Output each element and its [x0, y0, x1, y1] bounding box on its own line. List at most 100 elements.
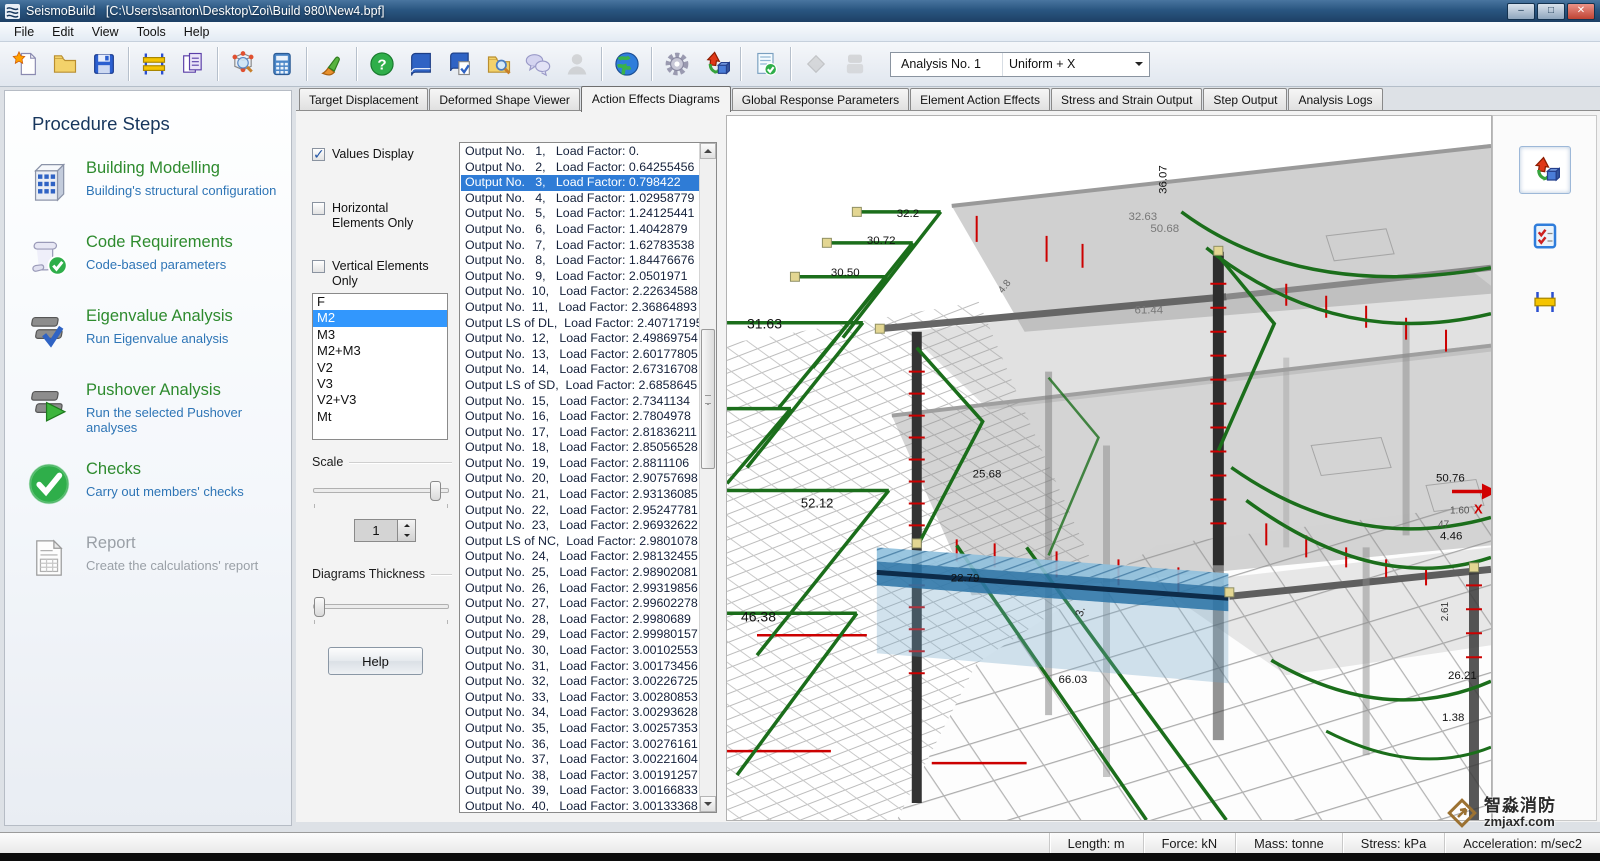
chevron-down-icon[interactable]	[1129, 53, 1149, 76]
tab-step-output[interactable]: Step Output	[1203, 88, 1287, 111]
checkbox-icon[interactable]	[312, 202, 325, 215]
menu-help[interactable]: Help	[175, 23, 219, 41]
toolbar-seismosoft-website-button[interactable]	[607, 45, 646, 83]
tab-stress-and-strain-output[interactable]: Stress and Strain Output	[1051, 88, 1202, 111]
output-row[interactable]: Output No. 26, Load Factor: 2.99319856	[461, 581, 699, 597]
diagram-type-option-v2[interactable]: V2	[313, 360, 447, 376]
sidebar-step-eigenvalue-analysis[interactable]: Eigenvalue AnalysisRun Eigenvalue analys…	[27, 307, 285, 356]
sidebar-step-code-requirements[interactable]: Code RequirementsCode-based parameters	[27, 233, 285, 282]
menu-file[interactable]: File	[5, 23, 43, 41]
output-row[interactable]: Output No. 18, Load Factor: 2.85056528	[461, 440, 699, 456]
slider-thumb[interactable]	[430, 481, 441, 501]
values-display-checkbox[interactable]: Values Display	[312, 147, 414, 162]
toolbar-report-preview-button[interactable]	[173, 45, 212, 83]
checks-view-button[interactable]	[1519, 212, 1571, 260]
menu-view[interactable]: View	[83, 23, 128, 41]
output-row[interactable]: Output No. 17, Load Factor: 2.81836211	[461, 425, 699, 441]
output-row[interactable]: Output No. 28, Load Factor: 2.9980689	[461, 612, 699, 628]
output-row[interactable]: Output No. 27, Load Factor: 2.99602278	[461, 596, 699, 612]
toolbar-example-files-button[interactable]	[479, 45, 518, 83]
output-row[interactable]: Output No. 22, Load Factor: 2.95247781	[461, 503, 699, 519]
analysis-selector[interactable]: Analysis No. 1 Uniform + X	[890, 52, 1150, 77]
toolbar-new-project-button[interactable]	[6, 45, 45, 83]
menu-edit[interactable]: Edit	[43, 23, 83, 41]
slider-track[interactable]	[313, 604, 449, 609]
checkbox-icon[interactable]	[312, 260, 325, 273]
minimize-button[interactable]: –	[1507, 3, 1535, 20]
toolbar-save-project-button[interactable]	[84, 45, 123, 83]
toolbar-verification-report-button[interactable]	[440, 45, 479, 83]
toolbar-3d-model-viewer-button[interactable]	[223, 45, 262, 83]
scroll-up-icon[interactable]	[700, 143, 716, 159]
output-row[interactable]: Output No. 10, Load Factor: 2.22634588	[461, 284, 699, 300]
diagram-type-option-m2[interactable]: M2	[313, 310, 447, 326]
tab-target-displacement[interactable]: Target Displacement	[299, 88, 428, 111]
toolbar-user-forum-button[interactable]	[518, 45, 557, 83]
output-row[interactable]: Output No. 2, Load Factor: 0.64255456	[461, 160, 699, 176]
sidebar-step-report[interactable]: ReportCreate the calculations' report	[27, 534, 285, 583]
checkbox-icon[interactable]	[312, 148, 325, 161]
output-row[interactable]: Output No. 7, Load Factor: 1.62783538	[461, 238, 699, 254]
member-section-view-button[interactable]	[1519, 278, 1571, 326]
output-row[interactable]: Output No. 38, Load Factor: 3.00191257	[461, 768, 699, 784]
output-row[interactable]: Output No. 39, Load Factor: 3.00166833	[461, 783, 699, 799]
output-row[interactable]: Output No. 11, Load Factor: 2.36864893	[461, 300, 699, 316]
scroll-thumb[interactable]	[701, 329, 715, 469]
menu-tools[interactable]: Tools	[128, 23, 175, 41]
output-row[interactable]: Output No. 5, Load Factor: 1.24125441	[461, 206, 699, 222]
output-row[interactable]: Output No. 33, Load Factor: 3.00280853	[461, 690, 699, 706]
output-row[interactable]: Output No. 31, Load Factor: 3.00173456	[461, 659, 699, 675]
diagram-type-option-v3[interactable]: V3	[313, 376, 447, 392]
close-button[interactable]: ✕	[1567, 3, 1595, 20]
output-row[interactable]: Output No. 19, Load Factor: 2.8811106	[461, 456, 699, 472]
diagram-type-option-mt[interactable]: Mt	[313, 409, 447, 425]
output-row[interactable]: Output No. 25, Load Factor: 2.98902081	[461, 565, 699, 581]
output-row[interactable]: Output No. 8, Load Factor: 1.84476676	[461, 253, 699, 269]
action-effects-view-button[interactable]	[1519, 146, 1571, 194]
slider-track[interactable]	[313, 488, 449, 493]
diagram-type-option-m3[interactable]: M3	[313, 327, 447, 343]
toolbar-user-manual-button[interactable]	[401, 45, 440, 83]
sidebar-step-checks[interactable]: ChecksCarry out members' checks	[27, 460, 285, 509]
tab-element-action-effects[interactable]: Element Action Effects	[910, 88, 1050, 111]
diagram-type-option-v2-v3[interactable]: V2+V3	[313, 392, 447, 408]
output-row[interactable]: Output LS of SD, Load Factor: 2.6858645	[461, 378, 699, 394]
vertical-elements-checkbox[interactable]: Vertical Elements Only	[312, 259, 457, 289]
diagram-type-listbox[interactable]: FM2M3M2+M3V2V3V2+V3Mt	[312, 293, 448, 440]
output-row[interactable]: Output No. 40, Load Factor: 3.00133368	[461, 799, 699, 811]
horizontal-elements-checkbox[interactable]: Horizontal Elements Only	[312, 201, 442, 231]
output-row[interactable]: Output No. 13, Load Factor: 2.60177805	[461, 347, 699, 363]
output-row[interactable]: Output No. 15, Load Factor: 2.7341134	[461, 394, 699, 410]
thickness-slider[interactable]	[312, 597, 450, 619]
sidebar-step-building-modelling[interactable]: Building ModellingBuilding's structural …	[27, 159, 285, 208]
output-row[interactable]: Output No. 34, Load Factor: 3.00293628	[461, 705, 699, 721]
output-row[interactable]: Output No. 37, Load Factor: 3.00221604	[461, 752, 699, 768]
output-row[interactable]: Output No. 12, Load Factor: 2.49869754	[461, 331, 699, 347]
output-row[interactable]: Output No. 30, Load Factor: 3.00102553	[461, 643, 699, 659]
output-row[interactable]: Output No. 32, Load Factor: 3.00226725	[461, 674, 699, 690]
toolbar-project-settings-button[interactable]	[657, 45, 696, 83]
output-row[interactable]: Output LS of NC, Load Factor: 2.9801078	[461, 534, 699, 550]
output-row[interactable]: Output No. 3, Load Factor: 0.798422	[461, 175, 699, 191]
tab-deformed-shape-viewer[interactable]: Deformed Shape Viewer	[429, 88, 580, 111]
output-row[interactable]: Output No. 24, Load Factor: 2.98132455	[461, 549, 699, 565]
spinner-down-icon[interactable]	[398, 531, 415, 542]
toolbar-analysis-log-button[interactable]	[746, 45, 785, 83]
spinner-up-icon[interactable]	[398, 520, 415, 531]
output-row[interactable]: Output No. 23, Load Factor: 2.96932622	[461, 518, 699, 534]
toolbar-display-options-button[interactable]	[312, 45, 351, 83]
diagram-type-option-f[interactable]: F	[313, 294, 447, 310]
scale-spinner[interactable]: 1	[354, 519, 416, 542]
output-row[interactable]: Output No. 21, Load Factor: 2.93136085	[461, 487, 699, 503]
toolbar-building-modeller-button[interactable]	[134, 45, 173, 83]
toolbar-run-processor-button[interactable]	[262, 45, 301, 83]
tab-analysis-logs[interactable]: Analysis Logs	[1288, 88, 1382, 111]
output-row[interactable]: Output No. 20, Load Factor: 2.90757698	[461, 471, 699, 487]
toolbar-open-project-button[interactable]	[45, 45, 84, 83]
maximize-button[interactable]: □	[1537, 3, 1565, 20]
toolbar-help-button[interactable]: ?	[362, 45, 401, 83]
help-button[interactable]: Help	[328, 647, 423, 675]
output-row[interactable]: Output No. 1, Load Factor: 0.	[461, 144, 699, 160]
diagram-type-option-m2-m3[interactable]: M2+M3	[313, 343, 447, 359]
scroll-down-icon[interactable]	[700, 796, 716, 812]
